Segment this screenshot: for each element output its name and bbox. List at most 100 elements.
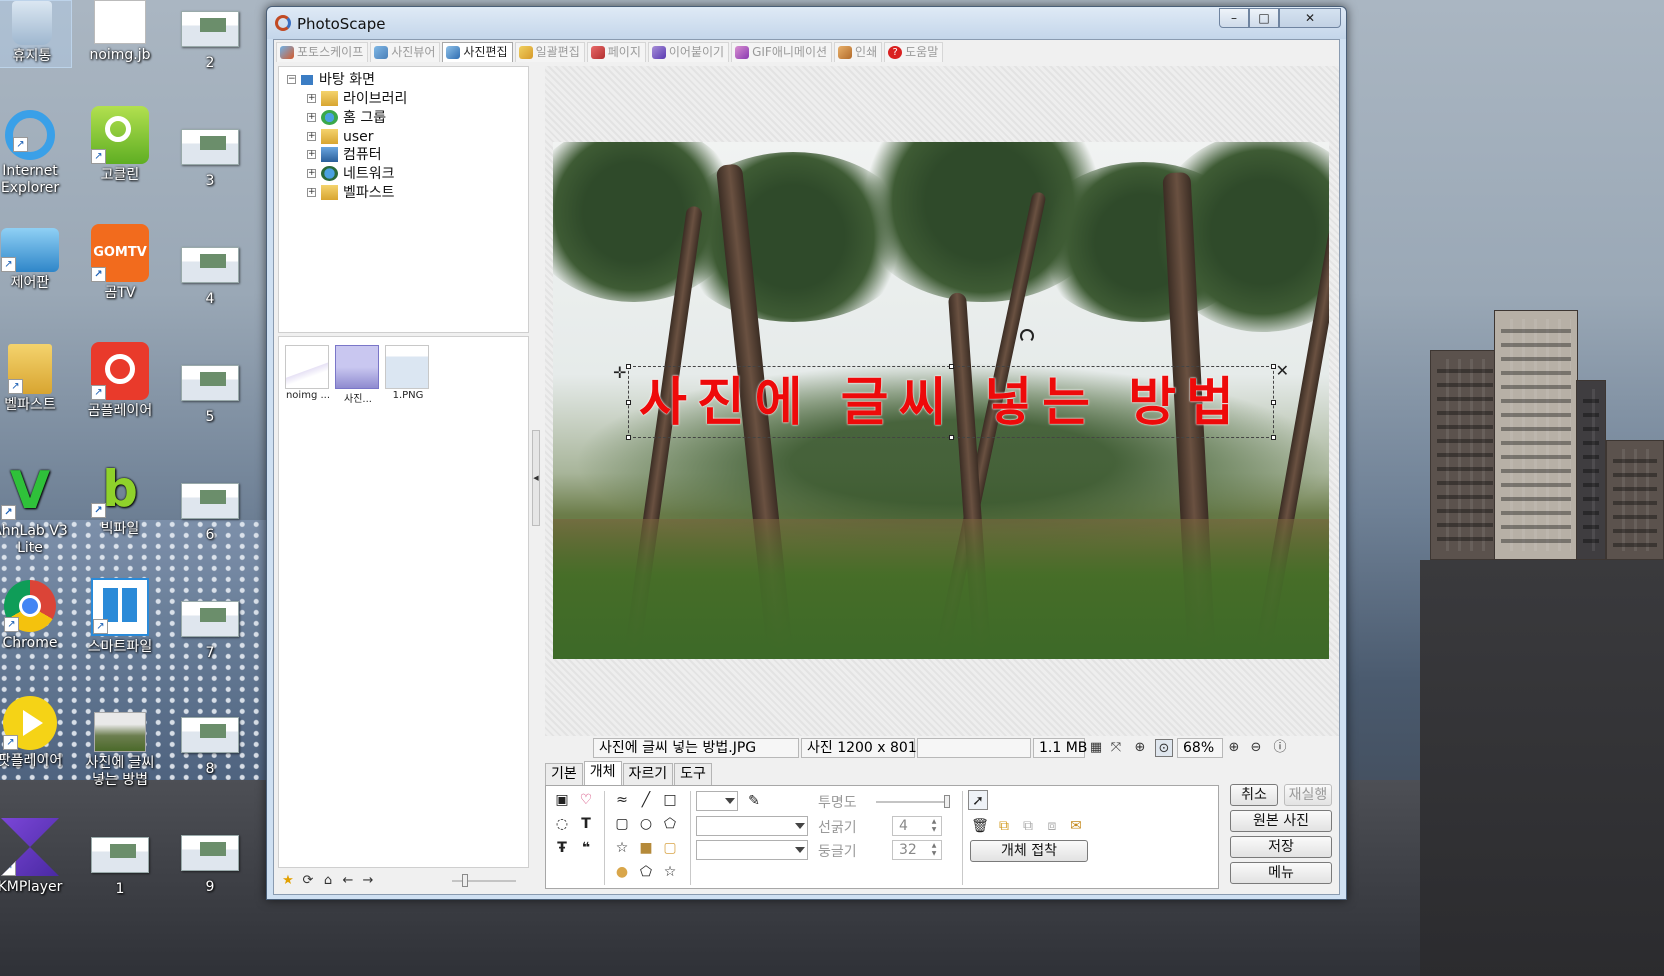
ellipse-tool-icon[interactable]: ○ xyxy=(636,814,656,834)
filled-star-icon[interactable]: ☆ xyxy=(660,862,680,882)
thumbnail-list[interactable]: noimg ... 사진... 1.PNG xyxy=(278,336,529,868)
tab-gif-animation[interactable]: GIF애니메이션 xyxy=(731,42,833,62)
desktop-icon-noimg[interactable]: noimg.jb xyxy=(80,0,160,64)
tab-object[interactable]: 개체 xyxy=(583,761,622,785)
desktop-icon-gomtv[interactable]: GOMTV ↗ 곰TV xyxy=(80,224,160,302)
desktop-icon-file-2[interactable]: 2 xyxy=(170,0,250,72)
resize-handle[interactable] xyxy=(949,435,954,440)
freehand-line-icon[interactable]: ≈ xyxy=(612,790,632,810)
send-back-icon[interactable]: ⧉ xyxy=(1018,816,1038,836)
save-button[interactable]: 저장 xyxy=(1230,836,1332,858)
thumbnail-item[interactable]: 1.PNG xyxy=(385,345,431,401)
info-icon[interactable]: ⓘ xyxy=(1271,739,1289,757)
line-width-stepper[interactable]: 4 ▲ ▼ xyxy=(892,816,942,836)
desktop-icon-file-1[interactable]: 1 xyxy=(80,826,160,898)
expand-toggle-icon[interactable]: + xyxy=(307,169,316,178)
expand-toggle-icon[interactable]: + xyxy=(307,94,316,103)
zoom-out-icon[interactable]: ⊖ xyxy=(1247,739,1265,757)
desktop-icon-file-8[interactable]: 8 xyxy=(170,706,250,778)
back-arrow-icon[interactable]: ← xyxy=(340,873,356,889)
desktop-icon-smartfile[interactable]: ↗ 스마트파일 xyxy=(80,578,160,656)
filled-rect-tool-icon[interactable]: ■ xyxy=(636,838,656,858)
select-pointer-icon[interactable]: ➚ xyxy=(968,790,988,810)
bring-front-icon[interactable]: ⧉ xyxy=(994,816,1014,836)
zoom-fit-icon[interactable]: ⊙ xyxy=(1155,739,1173,757)
resize-handle[interactable] xyxy=(949,364,954,369)
collapse-objects-button[interactable]: 개체 접착 xyxy=(970,840,1088,862)
desktop-icon-file-3[interactable]: 3 xyxy=(170,118,250,190)
filled-ellipse-icon[interactable]: ● xyxy=(612,862,632,882)
desktop-icon-photo-file[interactable]: 사진에 글씨 넣는 방법 xyxy=(80,712,160,789)
tab-crop[interactable]: 자르기 xyxy=(622,763,674,785)
title-bar[interactable]: PhotoScape – □ ✕ xyxy=(267,7,1346,39)
desktop-icon-kmplayer[interactable]: ↗ KMPlayer xyxy=(0,818,70,896)
desktop-icon-file-5[interactable]: 5 xyxy=(170,354,250,426)
rectangle-tool-icon[interactable]: □ xyxy=(660,790,680,810)
insert-photo-icon[interactable]: ▣ xyxy=(552,790,572,810)
rounded-rect-tool-icon[interactable]: ▢ xyxy=(612,814,632,834)
resize-handle[interactable] xyxy=(626,435,631,440)
spin-down-icon[interactable]: ▼ xyxy=(929,826,939,834)
thumbnail-item[interactable]: noimg ... xyxy=(285,345,331,401)
expand-toggle-icon[interactable]: + xyxy=(307,188,316,197)
resize-handle[interactable] xyxy=(626,364,631,369)
expand-toggle-icon[interactable]: + xyxy=(307,150,316,159)
speech-balloon-icon[interactable]: ◌ xyxy=(552,814,572,834)
color-dropdown[interactable] xyxy=(696,791,738,811)
thumbnail-item-selected[interactable]: 사진... xyxy=(335,345,381,405)
resize-handle[interactable] xyxy=(1271,400,1276,405)
insert-icon-icon[interactable]: ♡ xyxy=(576,790,596,810)
move-handle-icon[interactable]: ✛ xyxy=(613,363,626,382)
desktop-icon-chrome[interactable]: ↗ Chrome xyxy=(0,580,70,652)
expand-toggle-icon[interactable]: + xyxy=(307,113,316,122)
desktop-icon-file-6[interactable]: 6 xyxy=(170,472,250,544)
thumbnail-size-slider[interactable] xyxy=(452,874,516,887)
filled-polygon-icon[interactable]: ⬠ xyxy=(636,862,656,882)
favorites-star-icon[interactable]: ★ xyxy=(280,873,296,889)
expand-toggle-icon[interactable]: + xyxy=(307,132,316,141)
desktop-icon-file-9[interactable]: 9 xyxy=(170,824,250,896)
tab-page[interactable]: 페이지 xyxy=(586,42,646,62)
rotate-handle-icon[interactable] xyxy=(1020,329,1034,343)
slider-knob[interactable] xyxy=(944,795,950,808)
polygon-tool-icon[interactable]: ⬠ xyxy=(660,814,680,834)
overlay-text[interactable]: 사진에 글씨 넣는 방법 xyxy=(639,367,1269,439)
tab-tools[interactable]: 도구 xyxy=(674,763,712,785)
copy-object-icon[interactable]: ⧈ xyxy=(1042,816,1062,836)
redo-button[interactable]: 재실행 xyxy=(1284,784,1332,806)
spin-down-icon[interactable]: ▼ xyxy=(929,850,939,858)
opacity-slider[interactable] xyxy=(876,795,950,808)
folder-open-icon[interactable]: ⌂ xyxy=(320,873,336,889)
resize-handle[interactable] xyxy=(1271,435,1276,440)
delete-trash-icon[interactable]: 🗑 xyxy=(970,816,990,836)
resize-handle[interactable] xyxy=(626,400,631,405)
panel-splitter[interactable]: ◀ xyxy=(532,430,540,526)
minimize-button[interactable]: – xyxy=(1219,8,1249,28)
text-object[interactable]: 사진에 글씨 넣는 방법 ✛ ✕ xyxy=(613,329,1289,440)
folder-tree[interactable]: − 바탕 화면 + 라이브러리 + 홈 그룹 + user + 컴퓨터 + 네트워크 + 벨파… xyxy=(278,66,529,333)
undo-button[interactable]: 취소 xyxy=(1230,784,1278,806)
collapse-toggle-icon[interactable]: − xyxy=(287,75,296,84)
zoom-actual-icon[interactable]: ⊕ xyxy=(1131,739,1149,757)
tab-editor[interactable]: 사진편집 xyxy=(442,42,513,62)
line-end-dropdown[interactable] xyxy=(696,840,808,860)
spin-up-icon[interactable]: ▲ xyxy=(929,818,939,826)
roundness-stepper[interactable]: 32 ▲ ▼ xyxy=(892,840,942,860)
tab-combine[interactable]: 이어붙이기 xyxy=(647,42,730,62)
maximize-button[interactable]: □ xyxy=(1249,8,1279,28)
desktop-icon-internet-explorer[interactable]: ↗ Internet Explorer xyxy=(0,106,70,197)
fit-screen-icon[interactable]: ⤧ xyxy=(1107,739,1125,757)
object-properties-icon[interactable]: ✉ xyxy=(1066,816,1086,836)
menu-button[interactable]: 메뉴 xyxy=(1230,862,1332,884)
desktop-icon-recycle-bin[interactable]: 휴지통 xyxy=(0,0,72,68)
delete-object-icon[interactable]: ✕ xyxy=(1276,363,1289,379)
text-tool-icon[interactable]: T xyxy=(576,814,596,834)
original-photo-button[interactable]: 원본 사진 xyxy=(1230,810,1332,832)
desktop-icon-file-4[interactable]: 4 xyxy=(170,236,250,308)
editor-canvas[interactable]: 사진에 글씨 넣는 방법 ✛ ✕ xyxy=(545,66,1339,736)
tab-basic[interactable]: 기본 xyxy=(545,763,583,785)
zoom-in-icon[interactable]: ⊕ xyxy=(1225,739,1243,757)
tab-photoscape[interactable]: 포토스케이프 xyxy=(276,42,369,62)
desktop-icon-belfast-folder[interactable]: ↗ 벨파스트 xyxy=(0,344,70,414)
close-button[interactable]: ✕ xyxy=(1279,8,1341,28)
